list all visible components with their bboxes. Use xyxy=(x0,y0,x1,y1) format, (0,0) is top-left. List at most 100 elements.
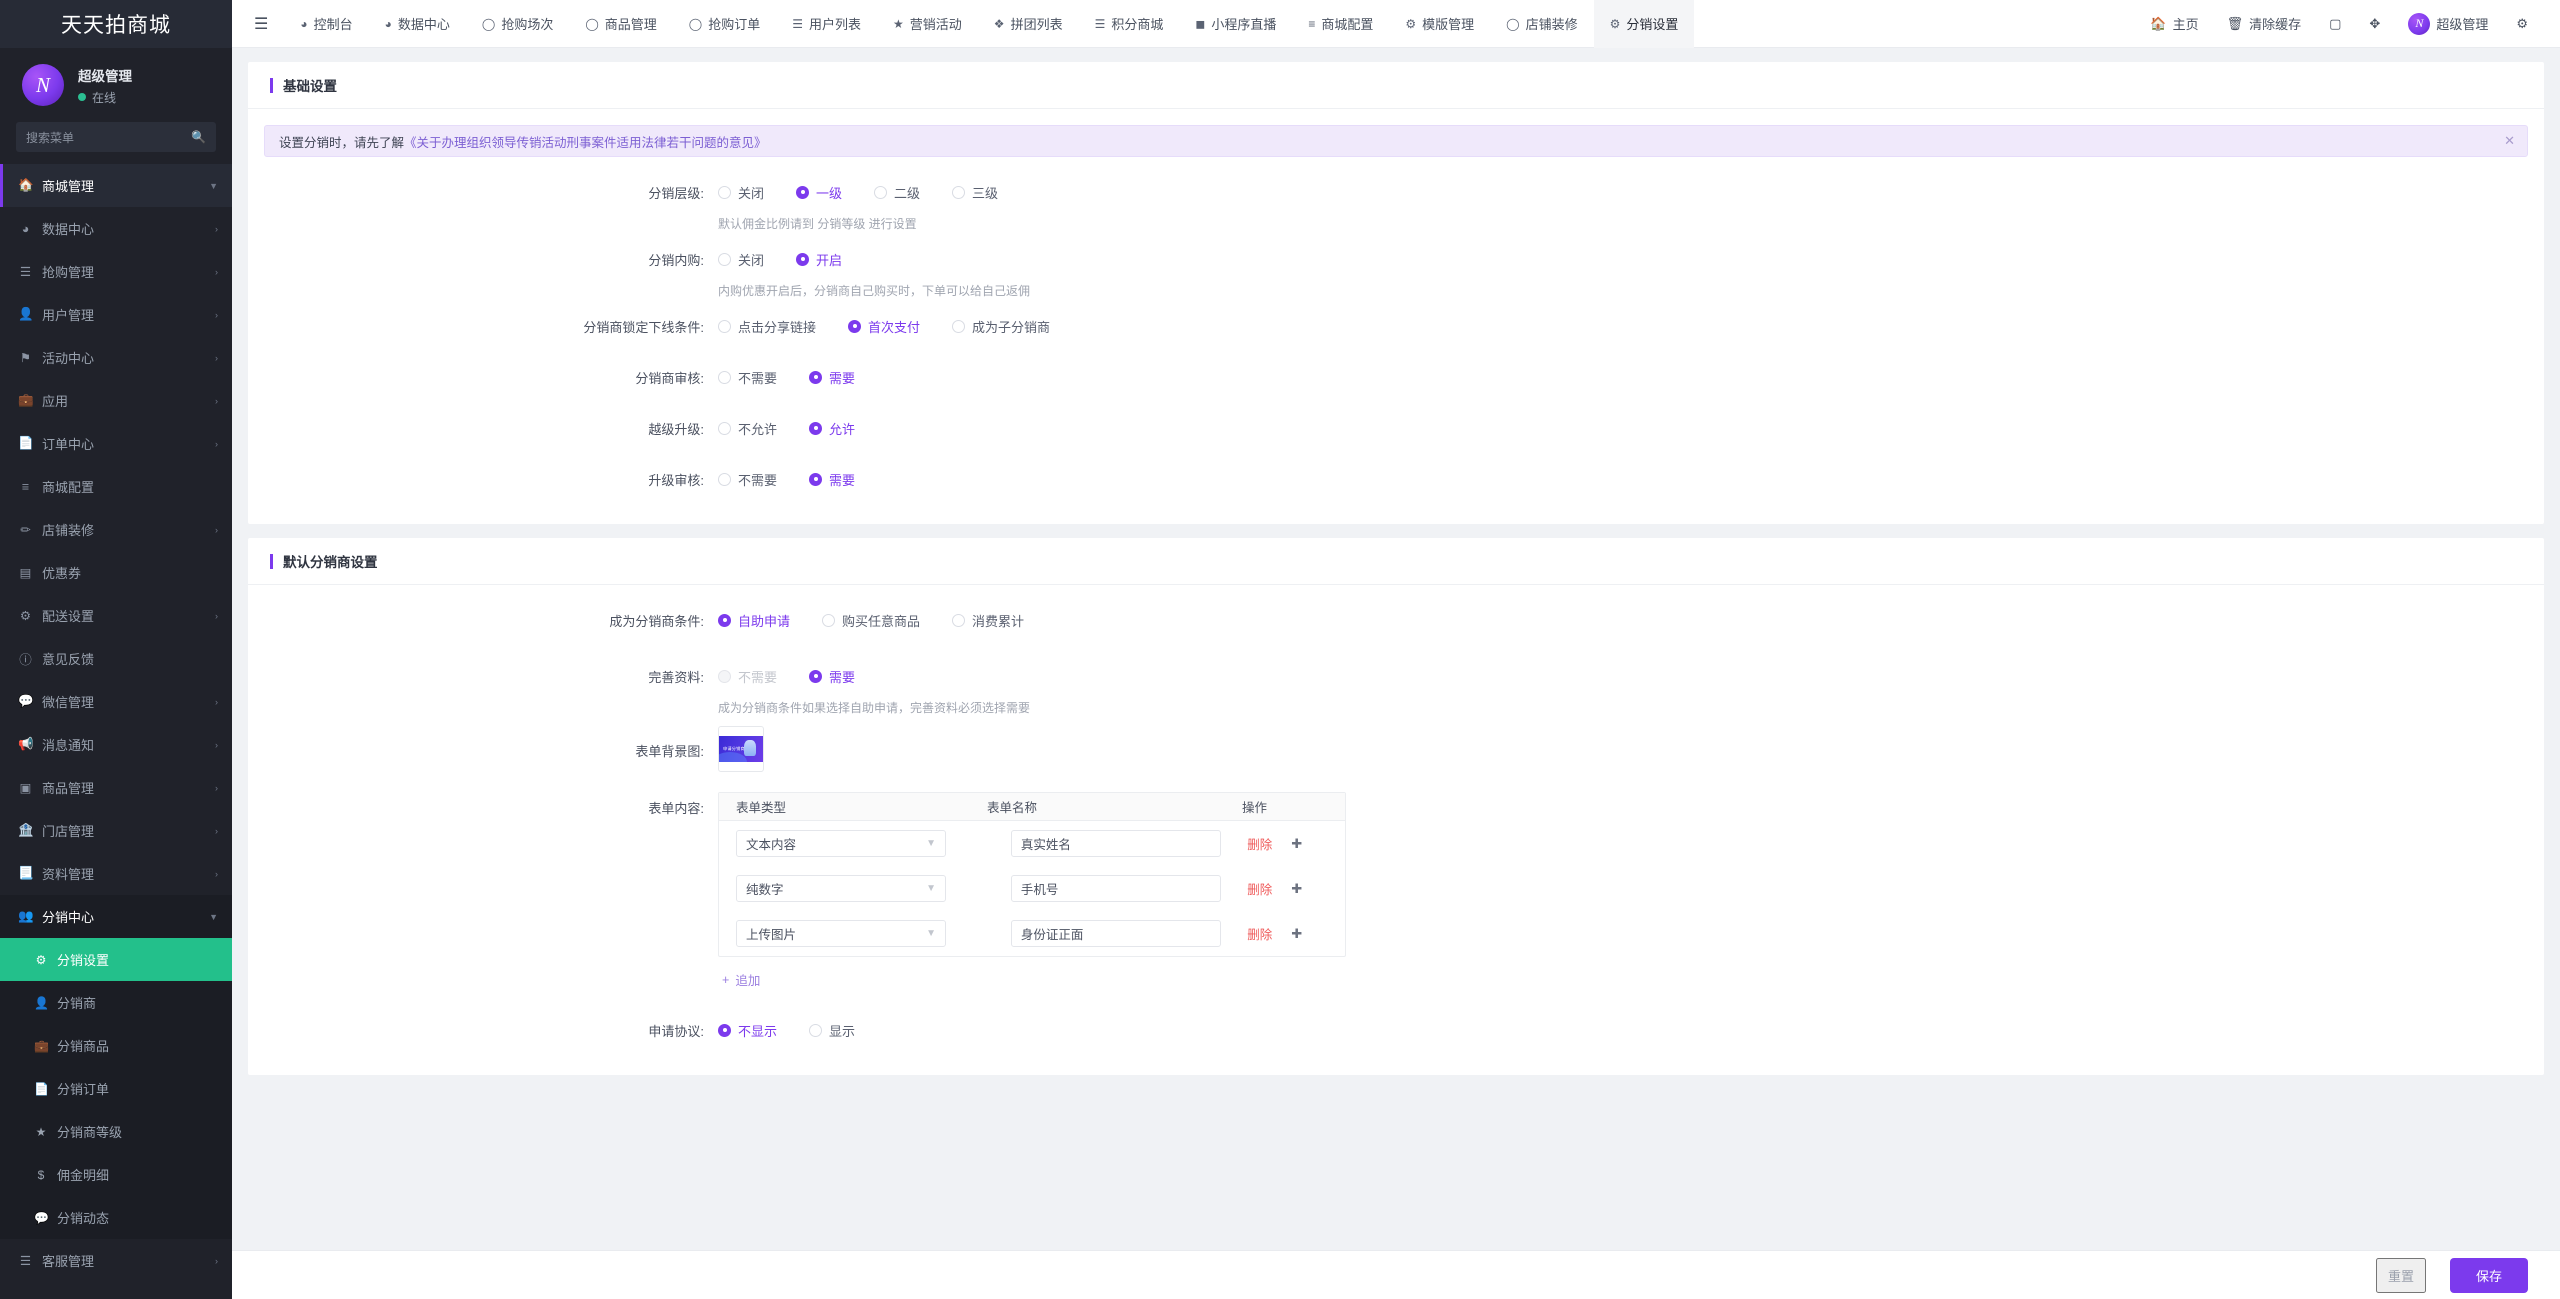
home-button[interactable]: 🏠 主页 xyxy=(2136,14,2212,33)
sidebar-item-label: 用户管理 xyxy=(42,305,206,324)
sidebar-item-message-notification[interactable]: 📢 消息通知 › xyxy=(0,723,232,766)
tab-data-center[interactable]: ◕ 数据中心 xyxy=(369,0,466,48)
sidebar-item-delivery-settings[interactable]: ⚙ 配送设置 › xyxy=(0,594,232,637)
accent-bar xyxy=(270,78,273,93)
sidebar-item-coupon[interactable]: ▤ 优惠券 xyxy=(0,551,232,594)
radio-button-icon xyxy=(952,186,965,199)
sidebar-item-store-management[interactable]: 🏦 门店管理 › xyxy=(0,809,232,852)
radio-self-apply[interactable]: 自助申请 xyxy=(718,611,790,630)
save-button[interactable]: 保存 xyxy=(2450,1258,2528,1293)
add-row-button[interactable]: + 追加 xyxy=(718,957,1346,989)
delete-button[interactable]: 删除 xyxy=(1247,924,1272,943)
delete-button[interactable]: 删除 xyxy=(1247,834,1272,853)
delete-button[interactable]: 删除 xyxy=(1247,879,1272,898)
sidebar-item-distribution-settings[interactable]: ⚙ 分销设置 xyxy=(0,938,232,981)
close-icon[interactable]: ✕ xyxy=(2504,133,2515,149)
sidebar-item-data-center[interactable]: ◕ 数据中心 › xyxy=(0,207,232,250)
theme-button[interactable]: ▢ xyxy=(2315,16,2355,32)
tab-marketing-activity[interactable]: ★ 营销活动 xyxy=(877,0,978,48)
sidebar-item-activity-center[interactable]: ⚑ 活动中心 › xyxy=(0,336,232,379)
sidebar-item-user-management[interactable]: 👤 用户管理 › xyxy=(0,293,232,336)
form-name-input[interactable]: 手机号 xyxy=(1011,875,1221,902)
radio-skip-not-allowed[interactable]: 不允许 xyxy=(718,419,777,438)
radio-lock-first-payment[interactable]: 首次支付 xyxy=(848,317,920,336)
search-input[interactable]: 搜索菜单 🔍 xyxy=(16,122,216,152)
sidebar-item-commission-details[interactable]: $ 佣金明细 xyxy=(0,1153,232,1196)
radio-review-not-needed[interactable]: 不需要 xyxy=(718,368,777,387)
radio-buy-any-product[interactable]: 购买任意商品 xyxy=(822,611,920,630)
sidebar-item-material-management[interactable]: 📃 资料管理 › xyxy=(0,852,232,895)
radio-level-2[interactable]: 二级 xyxy=(874,183,920,202)
megaphone-icon: 📢 xyxy=(18,737,33,752)
tab-user-list[interactable]: ☰ 用户列表 xyxy=(776,0,877,48)
sidebar-subitem-label: 分销商品 xyxy=(57,1036,109,1055)
radio-level-3[interactable]: 三级 xyxy=(952,183,998,202)
background-image-uploader[interactable]: 申请分销商 xyxy=(718,726,764,772)
file-icon: 📄 xyxy=(34,1082,48,1096)
sidebar-item-apps[interactable]: 💼 应用 › xyxy=(0,379,232,422)
sidebar-item-shop-management[interactable]: 🏠 商城管理 ▼ xyxy=(0,164,232,207)
tab-group-buy-list[interactable]: ❖ 拼团列表 xyxy=(978,0,1079,48)
radio-upgrade-not-needed[interactable]: 不需要 xyxy=(718,470,777,489)
tab-template-management[interactable]: ⚙ 模版管理 xyxy=(1389,0,1490,48)
radio-internal-off[interactable]: 关闭 xyxy=(718,250,764,269)
tab-flashsale-sessions[interactable]: ◯ 抢购场次 xyxy=(466,0,569,48)
drag-move-icon[interactable]: ✚ xyxy=(1291,926,1302,942)
notice-text: 设置分销时，请先了解 xyxy=(279,132,404,151)
form-name-input[interactable]: 身份证正面 xyxy=(1011,920,1221,947)
tab-flashsale-orders[interactable]: ◯ 抢购订单 xyxy=(673,0,776,48)
radio-internal-on[interactable]: 开启 xyxy=(796,250,842,269)
sidebar-item-distribution-activity[interactable]: 💬 分销动态 xyxy=(0,1196,232,1239)
reset-button[interactable]: 重置 xyxy=(2376,1258,2426,1293)
form-type-select[interactable]: 上传图片 ▼ xyxy=(736,920,946,947)
sidebar-item-flashsale-management[interactable]: ☰ 抢购管理 › xyxy=(0,250,232,293)
background-image-thumbnail[interactable]: 申请分销商 xyxy=(718,726,764,772)
drag-move-icon[interactable]: ✚ xyxy=(1291,881,1302,897)
radio-upgrade-needed[interactable]: 需要 xyxy=(809,470,855,489)
tab-product-management[interactable]: ◯ 商品管理 xyxy=(569,0,672,48)
tab-shop-config[interactable]: ≡ 商城配置 xyxy=(1292,0,1389,48)
radio-button-icon xyxy=(952,320,965,333)
sidebar-item-shop-config[interactable]: ≡ 商城配置 xyxy=(0,465,232,508)
radio-profile-needed[interactable]: 需要 xyxy=(809,667,855,686)
sidebar-item-order-center[interactable]: 📄 订单中心 › xyxy=(0,422,232,465)
radio-button-icon xyxy=(718,614,731,627)
sidebar-item-distributor-level[interactable]: ★ 分销商等级 xyxy=(0,1110,232,1153)
radio-skip-allowed[interactable]: 允许 xyxy=(809,419,855,438)
drag-move-icon[interactable]: ✚ xyxy=(1291,836,1302,852)
sidebar-item-wechat-management[interactable]: 💬 微信管理 › xyxy=(0,680,232,723)
radio-lock-become-sub-distributor[interactable]: 成为子分销商 xyxy=(952,317,1050,336)
radio-agreement-hidden[interactable]: 不显示 xyxy=(718,1021,777,1040)
sidebar-item-distributor[interactable]: 👤 分销商 xyxy=(0,981,232,1024)
form-name-input[interactable]: 真实姓名 xyxy=(1011,830,1221,857)
radio-review-needed[interactable]: 需要 xyxy=(809,368,855,387)
sidebar-item-distribution-orders[interactable]: 📄 分销订单 xyxy=(0,1067,232,1110)
sidebar-item-product-management[interactable]: ▣ 商品管理 › xyxy=(0,766,232,809)
sidebar-item-store-decoration[interactable]: ✏ 店铺装修 › xyxy=(0,508,232,551)
tab-miniprogram-live[interactable]: ◼ 小程序直播 xyxy=(1179,0,1292,48)
radio-level-1[interactable]: 一级 xyxy=(796,183,842,202)
sidebar-item-customer-service[interactable]: ☰ 客服管理 › xyxy=(0,1239,232,1282)
sidebar-item-distribution-center[interactable]: 👥 分销中心 ▼ xyxy=(0,895,232,938)
radio-cumulative-spend[interactable]: 消费累计 xyxy=(952,611,1024,630)
tab-store-decoration[interactable]: ◯ 店铺装修 xyxy=(1490,0,1593,48)
chevron-right-icon: › xyxy=(215,869,218,879)
sidebar-item-distribution-products[interactable]: 💼 分销商品 xyxy=(0,1024,232,1067)
form-type-select[interactable]: 纯数字 ▼ xyxy=(736,875,946,902)
user-menu[interactable]: N 超级管理 xyxy=(2394,13,2502,35)
column-header-type: 表单类型 xyxy=(719,797,987,816)
settings-button[interactable]: ⚙ xyxy=(2502,16,2542,32)
radio-level-off[interactable]: 关闭 xyxy=(718,183,764,202)
radio-agreement-shown[interactable]: 显示 xyxy=(809,1021,855,1040)
tab-console[interactable]: ◕ 控制台 xyxy=(284,0,368,48)
tab-points-mall[interactable]: ☰ 积分商城 xyxy=(1079,0,1180,48)
fullscreen-button[interactable]: ✥ xyxy=(2355,16,2394,32)
tab-label: 用户列表 xyxy=(809,14,861,33)
sidebar-item-feedback[interactable]: ⓘ 意见反馈 xyxy=(0,637,232,680)
notice-link[interactable]: 《关于办理组织领导传销活动刑事案件适用法律若干问题的意见》 xyxy=(404,132,767,151)
tab-distribution-settings[interactable]: ⚙ 分销设置 xyxy=(1594,0,1695,48)
radio-lock-share-link[interactable]: 点击分享链接 xyxy=(718,317,816,336)
menu-icon[interactable]: ☰ xyxy=(232,14,284,34)
form-type-select[interactable]: 文本内容 ▼ xyxy=(736,830,946,857)
clear-cache-button[interactable]: 🗑 清除缓存 xyxy=(2213,14,2316,33)
